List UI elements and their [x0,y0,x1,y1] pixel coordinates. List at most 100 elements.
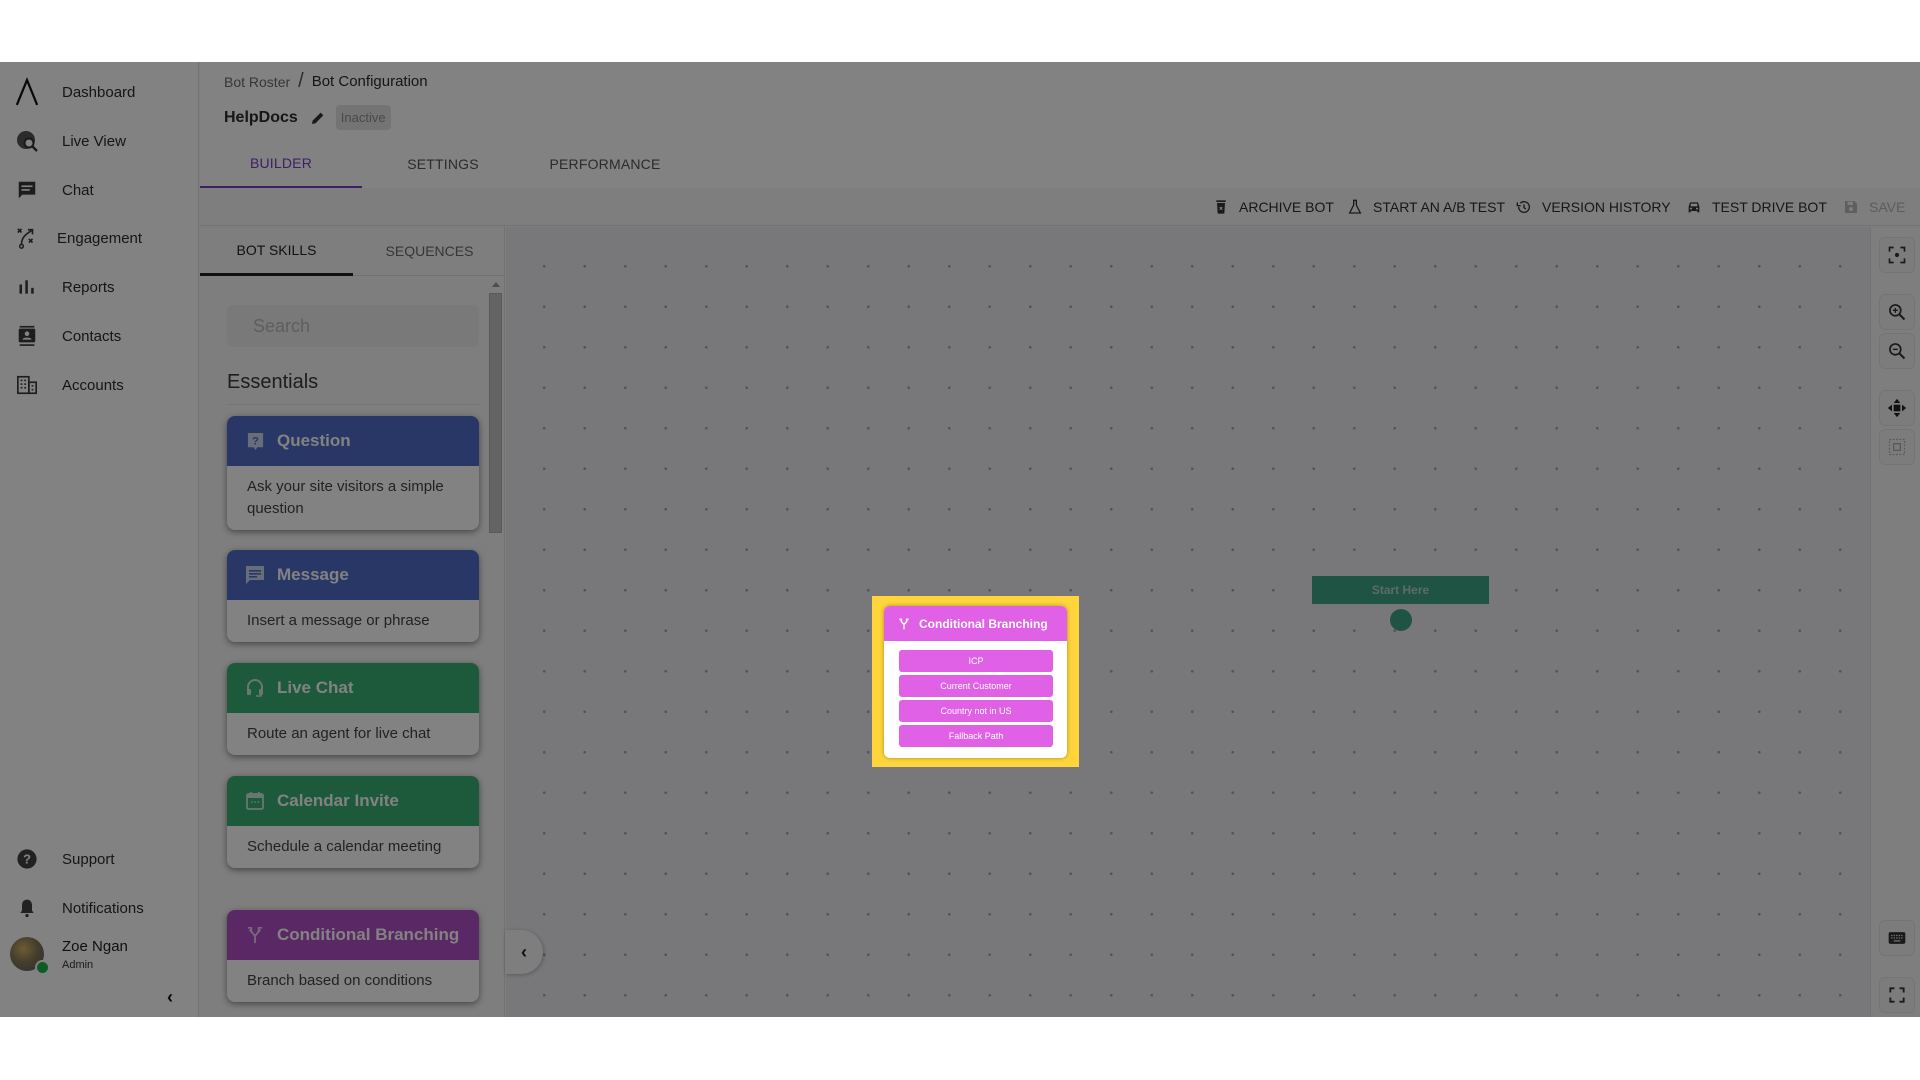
online-status-dot [35,960,50,975]
bell-icon [14,895,40,921]
skill-card-header: ? Question [227,416,479,466]
test-drive-label: TEST DRIVE BOT [1712,199,1827,215]
conditional-branching-node[interactable]: Conditional Branching ICP Current Custom… [884,606,1067,758]
version-history-button[interactable]: VERSION HISTORY [1516,188,1671,226]
flow-canvas[interactable] [506,227,1870,1017]
select-area-button[interactable] [1879,429,1915,465]
start-node-connector[interactable] [1390,609,1412,631]
pencil-icon [311,112,324,124]
skill-description: Ask your site visitors a simple question [247,478,444,517]
chat-icon [14,177,40,203]
message-icon [245,565,265,585]
reports-icon [14,274,40,300]
save-button[interactable]: SAVE [1843,188,1905,226]
branch-node-header: Conditional Branching [884,606,1067,641]
zoom-out-button[interactable] [1879,333,1915,369]
breadcrumb-separator: / [298,70,304,92]
main-tabs: BUILDER SETTINGS PERFORMANCE [200,139,1920,189]
sidebar-item-accounts[interactable]: Accounts [0,365,199,405]
live-view-icon [14,128,40,154]
tab-performance[interactable]: PERFORMANCE [524,139,686,189]
branch-option-icp[interactable]: ICP [899,650,1053,672]
breadcrumb-bot-configuration: Bot Configuration [311,73,428,90]
sidebar-item-contacts[interactable]: Contacts [0,316,199,356]
branch-option-country-not-in-us[interactable]: Country not in US [899,700,1053,722]
zoom-in-icon [1889,304,1906,321]
builder-toolbar: ARCHIVE BOT START AN A/B TEST VERSION HI… [200,188,1920,226]
tab-bot-skills[interactable]: BOT SKILLS [200,226,353,276]
ab-test-label: START AN A/B TEST [1373,199,1506,215]
user-profile[interactable]: Zoe Ngan Admin [10,935,195,979]
save-icon [1845,201,1857,213]
start-here-node[interactable]: Start Here [1312,576,1489,604]
tab-sequences[interactable]: SEQUENCES [353,226,506,276]
breadcrumb-bot-roster[interactable]: Bot Roster [224,74,290,90]
sidebar-item-support[interactable]: ? Support [0,839,199,879]
skill-card-question[interactable]: ? Question Ask your site visitors a simp… [227,416,479,530]
skill-card-header: Calendar Invite [227,776,479,826]
branch-node-title: Conditional Branching [919,616,1048,631]
question-icon: ? [245,431,265,451]
svg-text:?: ? [23,852,31,867]
sidebar-item-label: Live View [62,132,126,150]
skill-card-header: Live Chat [227,663,479,713]
sidebar-item-engagement[interactable]: Engagement [0,218,199,258]
user-role: Admin [62,959,94,971]
help-icon: ? [14,846,40,872]
car-icon [1688,202,1700,213]
bot-title-row: HelpDocs Inactive [224,105,391,130]
chevron-left-icon: ‹ [167,986,173,1007]
skill-card-conditional-branching[interactable]: Conditional Branching Branch based on co… [227,910,479,1002]
collapse-sidebar-button[interactable]: ‹ [160,987,180,1007]
calendar-icon [245,791,265,811]
contacts-icon [14,323,40,349]
skills-panel: BOT SKILLS SEQUENCES Essentials ? Questi… [200,226,505,1017]
sidebar-item-notifications[interactable]: Notifications [0,888,199,928]
scroll-up-arrow-icon[interactable] [492,282,500,287]
pan-mode-button[interactable] [1879,390,1915,426]
sidebar-item-label: Dashboard [62,83,136,101]
skill-description: Schedule a calendar meeting [247,838,442,855]
skills-search-input[interactable] [227,305,479,347]
skill-card-live-chat[interactable]: Live Chat Route an agent for live chat [227,663,479,755]
chevron-left-icon: ‹ [521,941,527,962]
version-history-label: VERSION HISTORY [1542,199,1671,215]
logo-icon [14,77,40,106]
skill-card-message[interactable]: Message Insert a message or phrase [227,550,479,642]
zoom-out-icon [1889,343,1906,360]
branch-option-current-customer[interactable]: Current Customer [899,675,1053,697]
panel-tabs: BOT SKILLS SEQUENCES [200,226,505,276]
branch-icon [245,925,265,945]
sidebar-item-dashboard[interactable]: Dashboard [0,72,199,112]
panel-scrollbar[interactable] [489,282,503,1017]
fullscreen-button[interactable] [1879,977,1915,1013]
scrollbar-thumb[interactable] [489,293,502,533]
keyboard-shortcuts-button[interactable] [1879,920,1915,956]
zoom-in-button[interactable] [1879,294,1915,330]
user-name: Zoe Ngan [62,938,128,955]
edit-name-button[interactable] [310,110,326,126]
tab-settings[interactable]: SETTINGS [362,139,524,189]
sidebar-item-reports[interactable]: Reports [0,267,199,307]
skill-card-calendar-invite[interactable]: Calendar Invite Schedule a calendar meet… [227,776,479,868]
skill-description: Insert a message or phrase [247,612,430,629]
skill-description: Branch based on conditions [247,972,433,989]
history-icon [1516,201,1530,213]
fit-view-button[interactable] [1879,237,1915,273]
skill-title: Question [277,431,351,450]
sidebar-item-label: Notifications [62,899,144,917]
fullscreen-icon [1889,987,1905,1003]
sidebar-item-label: Engagement [57,229,143,247]
fit-view-icon [1888,246,1906,264]
branch-option-fallback-path[interactable]: Fallback Path [899,725,1053,747]
sidebar-item-chat[interactable]: Chat [0,170,199,210]
tab-builder[interactable]: BUILDER [200,139,362,189]
test-drive-button[interactable]: TEST DRIVE BOT [1686,188,1827,226]
skill-title: Message [277,565,349,584]
status-badge: Inactive [335,105,391,130]
sidebar-item-live-view[interactable]: Live View [0,121,199,161]
ab-test-button[interactable]: START AN A/B TEST [1347,188,1505,226]
skill-card-header: Message [227,550,479,600]
page-header: Bot Roster / Bot Configuration HelpDocs … [200,62,1920,189]
archive-bot-button[interactable]: ARCHIVE BOT [1213,188,1334,226]
